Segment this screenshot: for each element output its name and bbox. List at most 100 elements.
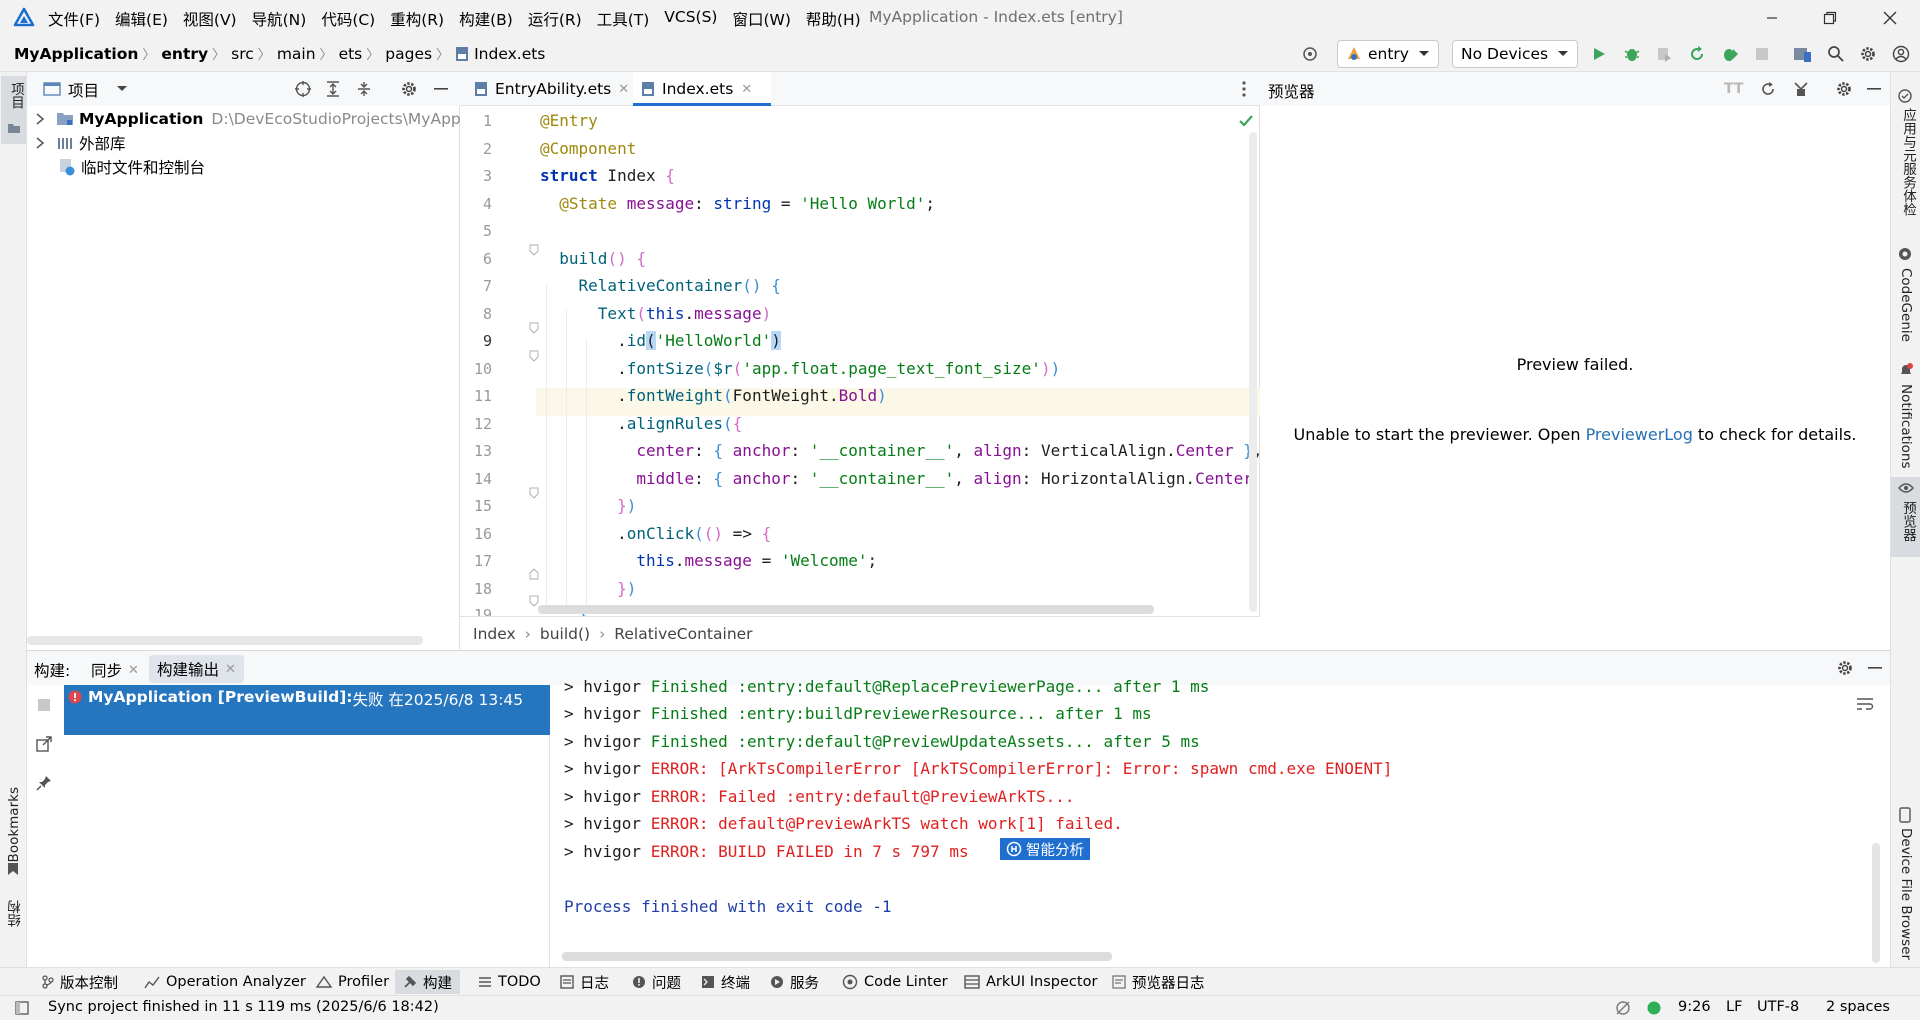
menu-tools[interactable]: 工具(T) bbox=[597, 8, 650, 30]
menu-window[interactable]: 窗口(W) bbox=[732, 8, 790, 30]
caret-position[interactable]: 9:26 bbox=[1678, 999, 1711, 1015]
settings-gear-icon[interactable] bbox=[1836, 659, 1854, 677]
tool-profiler[interactable]: Profiler bbox=[316, 972, 389, 992]
tool-log[interactable]: 日志 bbox=[560, 972, 609, 992]
collapse-all-icon[interactable] bbox=[356, 80, 372, 98]
tool-problems[interactable]: 问题 bbox=[632, 972, 681, 992]
run-icon[interactable] bbox=[1588, 43, 1610, 65]
menu-run[interactable]: 运行(R) bbox=[528, 8, 582, 30]
tool-terminal[interactable]: 终端 bbox=[701, 972, 750, 992]
tool-todo[interactable]: TODO bbox=[478, 972, 541, 992]
target-icon[interactable] bbox=[1299, 43, 1321, 65]
line-separator[interactable]: LF bbox=[1726, 999, 1742, 1015]
tool-arkui-inspector[interactable]: ArkUI Inspector bbox=[964, 972, 1097, 992]
horizontal-scrollbar[interactable] bbox=[538, 605, 1154, 614]
close-tab-icon[interactable]: ✕ bbox=[741, 82, 752, 97]
font-size-icon[interactable]: TT bbox=[1724, 81, 1743, 97]
previewer-log-link[interactable]: PreviewerLog bbox=[1586, 425, 1693, 444]
status-message[interactable]: Sync project finished in 11 s 119 ms (20… bbox=[48, 999, 439, 1015]
tool-operation-analyzer[interactable]: Operation Analyzer bbox=[144, 972, 306, 992]
structure-tool-button[interactable]: 结构 bbox=[1, 900, 26, 948]
menu-refactor[interactable]: 重构(R) bbox=[390, 8, 444, 30]
no-sync-icon[interactable] bbox=[1615, 1000, 1631, 1016]
tree-item-root[interactable]: MyApplication D:\DevEcoStudioProjects\My… bbox=[27, 107, 460, 131]
inspector-icon[interactable] bbox=[1792, 81, 1810, 97]
breadcrumb-module[interactable]: entry bbox=[161, 45, 208, 63]
close-tab-icon[interactable]: ✕ bbox=[618, 82, 629, 97]
settings-gear-icon[interactable] bbox=[1857, 43, 1879, 65]
tool-services[interactable]: 服务 bbox=[770, 972, 819, 992]
chevron-right-icon[interactable] bbox=[35, 113, 45, 125]
horizontal-scrollbar[interactable] bbox=[562, 952, 1112, 961]
menu-view[interactable]: 视图(V) bbox=[183, 8, 237, 30]
minimize-icon[interactable] bbox=[1757, 6, 1787, 30]
menu-navigate[interactable]: 导航(N) bbox=[252, 8, 307, 30]
ai-analyze-button[interactable]: 智能分析 bbox=[1000, 838, 1090, 860]
code-area[interactable]: @Entry @Component struct Index { @State … bbox=[460, 106, 1260, 616]
breadcrumb-file[interactable]: Index.ets bbox=[474, 45, 545, 63]
tool-previewer-log[interactable]: 预览器日志 bbox=[1112, 972, 1205, 992]
crumb-method[interactable]: build() bbox=[540, 625, 590, 643]
stop-build-icon[interactable] bbox=[37, 698, 51, 712]
tab-build-output[interactable]: 构建输出 ✕ bbox=[149, 655, 244, 683]
crumb-struct[interactable]: Index bbox=[473, 625, 516, 643]
hide-panel-icon[interactable] bbox=[1868, 667, 1882, 670]
pin-icon[interactable] bbox=[36, 775, 52, 791]
hide-panel-icon[interactable] bbox=[1867, 88, 1881, 91]
file-encoding[interactable]: UTF-8 bbox=[1757, 999, 1799, 1015]
refresh-icon[interactable] bbox=[1760, 81, 1776, 97]
tool-code-linter[interactable]: Code Linter bbox=[842, 972, 948, 992]
previewer-tool-button[interactable]: 预览器 bbox=[1891, 477, 1920, 557]
service-check-tool-button[interactable]: 应用与元服务体检 bbox=[1898, 108, 1918, 216]
project-view-label[interactable]: 项目 bbox=[68, 79, 99, 101]
device-file-browser-tool-button[interactable]: Device File Browser bbox=[1898, 828, 1914, 960]
breadcrumb-src[interactable]: src bbox=[231, 45, 254, 63]
close-icon[interactable] bbox=[1875, 6, 1905, 30]
tree-item-scratches[interactable]: 临时文件和控制台 bbox=[27, 155, 460, 179]
breadcrumb-main[interactable]: main bbox=[277, 45, 316, 63]
stop-icon[interactable] bbox=[1751, 43, 1773, 65]
breadcrumb-project[interactable]: MyApplication bbox=[14, 45, 138, 63]
horizontal-scrollbar[interactable] bbox=[27, 636, 423, 645]
debug-icon[interactable] bbox=[1621, 43, 1643, 65]
vertical-scrollbar[interactable] bbox=[1249, 132, 1257, 612]
crumb-component[interactable]: RelativeContainer bbox=[614, 625, 752, 643]
soft-wrap-icon[interactable] bbox=[1856, 697, 1874, 711]
restore-icon[interactable] bbox=[1815, 6, 1845, 30]
menu-help[interactable]: 帮助(H) bbox=[806, 8, 861, 30]
tool-build[interactable]: 构建 bbox=[395, 970, 460, 994]
tab-sync[interactable]: 同步 ✕ bbox=[91, 659, 139, 681]
device-manager-icon[interactable] bbox=[1792, 43, 1814, 65]
codegenie-tool-button[interactable]: CodeGenie bbox=[1898, 268, 1914, 342]
indent-setting[interactable]: 2 spaces bbox=[1826, 999, 1890, 1015]
open-external-icon[interactable] bbox=[36, 736, 52, 752]
close-tab-icon[interactable]: ✕ bbox=[128, 663, 139, 678]
menu-build[interactable]: 构建(B) bbox=[459, 8, 513, 30]
attach-debugger-icon[interactable] bbox=[1653, 43, 1675, 65]
build-console[interactable]: > hvigor Finished :entry:default@Replace… bbox=[550, 677, 1890, 968]
search-icon[interactable] bbox=[1825, 43, 1847, 65]
project-tool-button[interactable]: 项目 bbox=[1, 76, 26, 144]
panel-toggle-icon[interactable] bbox=[15, 1001, 29, 1015]
account-icon[interactable] bbox=[1890, 43, 1912, 65]
menu-file[interactable]: 文件(F) bbox=[48, 8, 100, 30]
tree-item-external-libs[interactable]: 外部库 bbox=[27, 131, 460, 155]
locate-file-icon[interactable] bbox=[294, 80, 312, 98]
menu-code[interactable]: 代码(C) bbox=[321, 8, 375, 30]
chevron-down-icon[interactable] bbox=[116, 85, 128, 93]
notifications-tool-button[interactable]: Notifications bbox=[1898, 384, 1914, 469]
profile-debug-icon[interactable] bbox=[1719, 43, 1741, 65]
status-indicator-icon[interactable] bbox=[1647, 1001, 1661, 1015]
menu-edit[interactable]: 编辑(E) bbox=[115, 8, 168, 30]
breadcrumb-pages[interactable]: pages bbox=[385, 45, 432, 63]
device-dropdown[interactable]: No Devices bbox=[1452, 40, 1578, 68]
run-config-dropdown[interactable]: entry bbox=[1337, 40, 1439, 68]
close-tab-icon[interactable]: ✕ bbox=[225, 662, 236, 677]
chevron-right-icon[interactable] bbox=[35, 137, 45, 149]
menu-vcs[interactable]: VCS(S) bbox=[664, 8, 717, 30]
hide-panel-icon[interactable] bbox=[434, 88, 448, 91]
vertical-scrollbar[interactable] bbox=[1872, 843, 1880, 963]
expand-all-icon[interactable] bbox=[325, 80, 341, 98]
tab-index[interactable]: Index.ets ✕ bbox=[633, 72, 771, 106]
app-logo-icon[interactable] bbox=[13, 7, 35, 29]
